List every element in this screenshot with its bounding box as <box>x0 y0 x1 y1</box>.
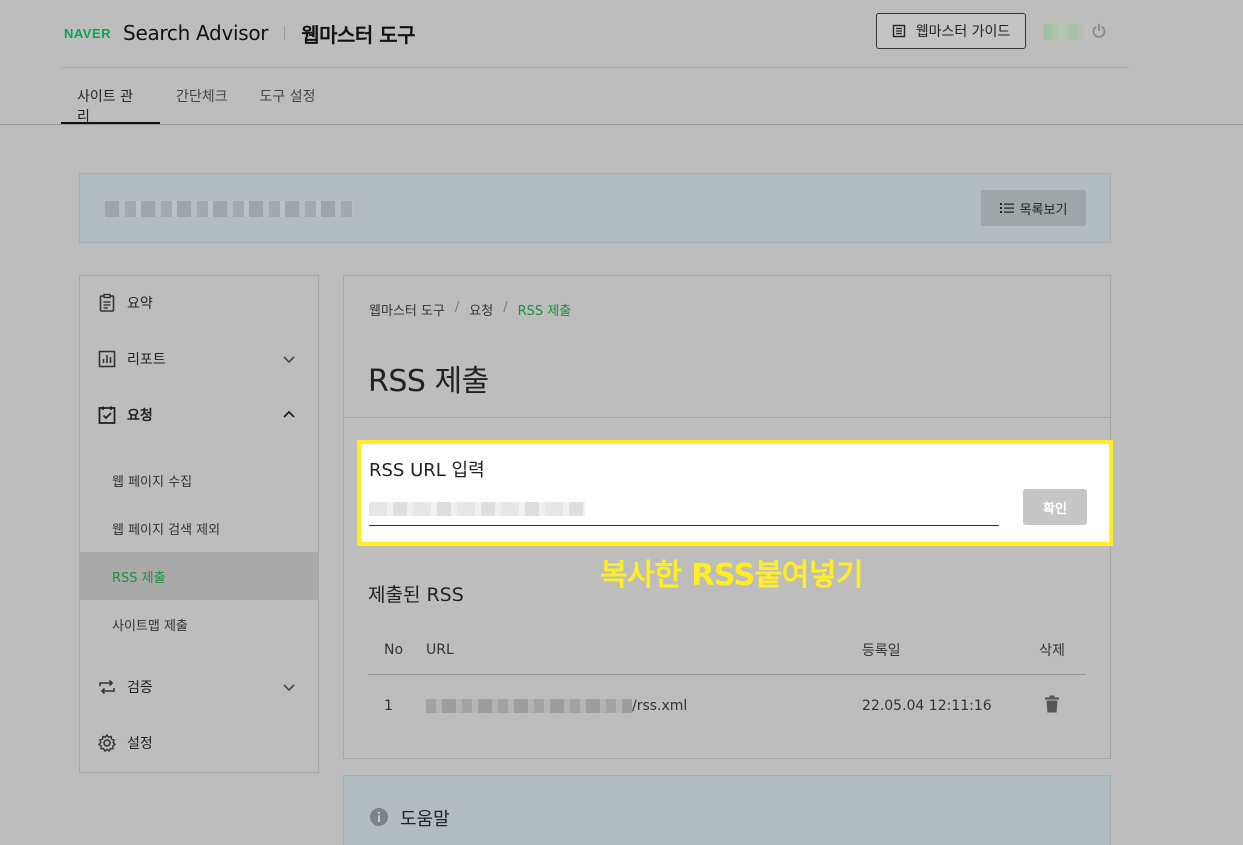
page-divider <box>0 124 1243 125</box>
table-row: 1 /rss.xml 22.05.04 12:11:16 <box>368 674 1086 738</box>
column-header-date: 등록일 <box>862 626 1028 675</box>
row-url: /rss.xml <box>426 674 862 738</box>
breadcrumb: 웹마스터 도구 / 요청 / RSS 제출 <box>369 300 571 319</box>
webmaster-guide-button[interactable]: 웹마스터 가이드 <box>876 13 1026 49</box>
sidebar-item-label: 검증 <box>127 680 153 696</box>
naver-logo[interactable]: NAVER <box>64 26 111 41</box>
breadcrumb-current: RSS 제출 <box>517 304 572 319</box>
site-url-redacted <box>105 201 353 217</box>
brand-divider <box>284 26 286 40</box>
rss-input-section: RSS URL 입력 확인 <box>357 440 1113 546</box>
rss-url-input[interactable] <box>369 496 999 526</box>
brand[interactable]: NAVER Search Advisor 웹마스터 도구 <box>64 18 416 48</box>
trash-icon[interactable] <box>1044 695 1060 713</box>
sidebar-item-report[interactable]: 리포트 <box>80 339 318 379</box>
annotation-paste-rss: 복사한 RSS붙여넣기 <box>600 558 864 593</box>
confirm-button[interactable]: 확인 <box>1023 489 1087 525</box>
row-no: 1 <box>384 698 393 715</box>
sidebar-item-summary[interactable]: 요약 <box>80 283 318 323</box>
submenu-label: 웹 페이지 검색 제외 <box>112 522 221 538</box>
rss-input-label: RSS URL 입력 <box>369 460 485 481</box>
tab-quick-check[interactable]: 간단체크 <box>160 68 244 124</box>
submitted-rss-title: 제출된 RSS <box>368 584 464 606</box>
bar-chart-icon <box>98 350 116 368</box>
sidebar-item-request[interactable]: 요청 <box>80 395 318 435</box>
chevron-up-icon[interactable] <box>282 408 296 422</box>
sidebar-item-label: 리포트 <box>127 352 166 368</box>
breadcrumb-item[interactable]: 요청 <box>469 300 493 319</box>
breadcrumb-separator: / <box>503 300 508 315</box>
url-suffix: /rss.xml <box>632 698 688 715</box>
sidebar-item-settings[interactable]: 설정 <box>80 723 318 763</box>
submenu-label: 웹 페이지 수집 <box>112 474 193 490</box>
sidebar-item-label: 설정 <box>127 736 153 752</box>
guide-button-label: 웹마스터 가이드 <box>915 24 1011 40</box>
clipboard-icon <box>99 293 115 312</box>
column-header-no: No <box>368 626 426 675</box>
help-label[interactable]: 도움말 <box>400 805 450 831</box>
list-view-label: 목록보기 <box>1019 201 1068 217</box>
repeat-icon <box>99 679 115 695</box>
list-view-button[interactable]: 목록보기 <box>981 190 1086 226</box>
sidebar-item-label: 요약 <box>127 296 153 312</box>
gear-icon <box>98 734 116 752</box>
tool-title[interactable]: 웹마스터 도구 <box>301 19 415 48</box>
user-id-redacted[interactable] <box>1043 24 1088 40</box>
submenu-sitemap-submit[interactable]: 사이트맵 제출 <box>80 600 318 648</box>
row-delete <box>1028 674 1086 738</box>
sidebar: 요약 리포트 요청 웹 페이지 수집 웹 페이지 검색 제외 RSS 제출 사이… <box>79 275 319 773</box>
header: NAVER Search Advisor 웹마스터 도구 웹마스터 가이드 사이… <box>0 0 1243 125</box>
sidebar-item-verify[interactable]: 검증 <box>80 667 318 707</box>
column-header-url: URL <box>426 626 862 675</box>
submenu-rss-submit[interactable]: RSS 제출 <box>80 552 318 600</box>
row-date: 22.05.04 12:11:16 <box>862 698 992 715</box>
submenu-web-page-collect[interactable]: 웹 페이지 수집 <box>80 456 318 504</box>
table-header-row: No URL 등록일 삭제 <box>368 626 1086 675</box>
sidebar-item-label: 요청 <box>127 408 153 424</box>
book-icon <box>892 24 905 38</box>
chevron-down-icon[interactable] <box>282 680 296 694</box>
url-redacted <box>426 699 632 714</box>
page-title: RSS 제출 <box>368 364 489 399</box>
submenu-label: RSS 제출 <box>112 570 166 586</box>
tab-site-management[interactable]: 사이트 관리 <box>61 68 160 125</box>
product-name[interactable]: Search Advisor <box>123 21 268 45</box>
help-panel: 도움말 <box>343 775 1111 845</box>
site-bar: 목록보기 <box>79 173 1111 243</box>
checklist-icon <box>98 406 116 424</box>
submitted-rss-table: No URL 등록일 삭제 1 /rss.xml 22.05.04 12:11:… <box>368 626 1086 738</box>
column-header-delete: 삭제 <box>1028 626 1086 675</box>
info-icon <box>370 808 388 826</box>
breadcrumb-separator: / <box>454 300 460 315</box>
submenu-web-page-exclude[interactable]: 웹 페이지 검색 제외 <box>80 504 318 552</box>
logout-power-icon[interactable] <box>1090 22 1108 40</box>
chevron-down-icon[interactable] <box>282 352 296 366</box>
list-icon <box>999 203 1014 213</box>
submenu-label: 사이트맵 제출 <box>112 618 188 634</box>
breadcrumb-item[interactable]: 웹마스터 도구 <box>369 300 445 319</box>
main-nav: 사이트 관리 간단체크 도구 설정 <box>61 68 332 125</box>
main-panel: 웹마스터 도구 / 요청 / RSS 제출 RSS 제출 RSS URL 입력 … <box>343 275 1113 759</box>
tab-tool-settings[interactable]: 도구 설정 <box>244 68 332 124</box>
title-divider <box>344 417 1110 418</box>
